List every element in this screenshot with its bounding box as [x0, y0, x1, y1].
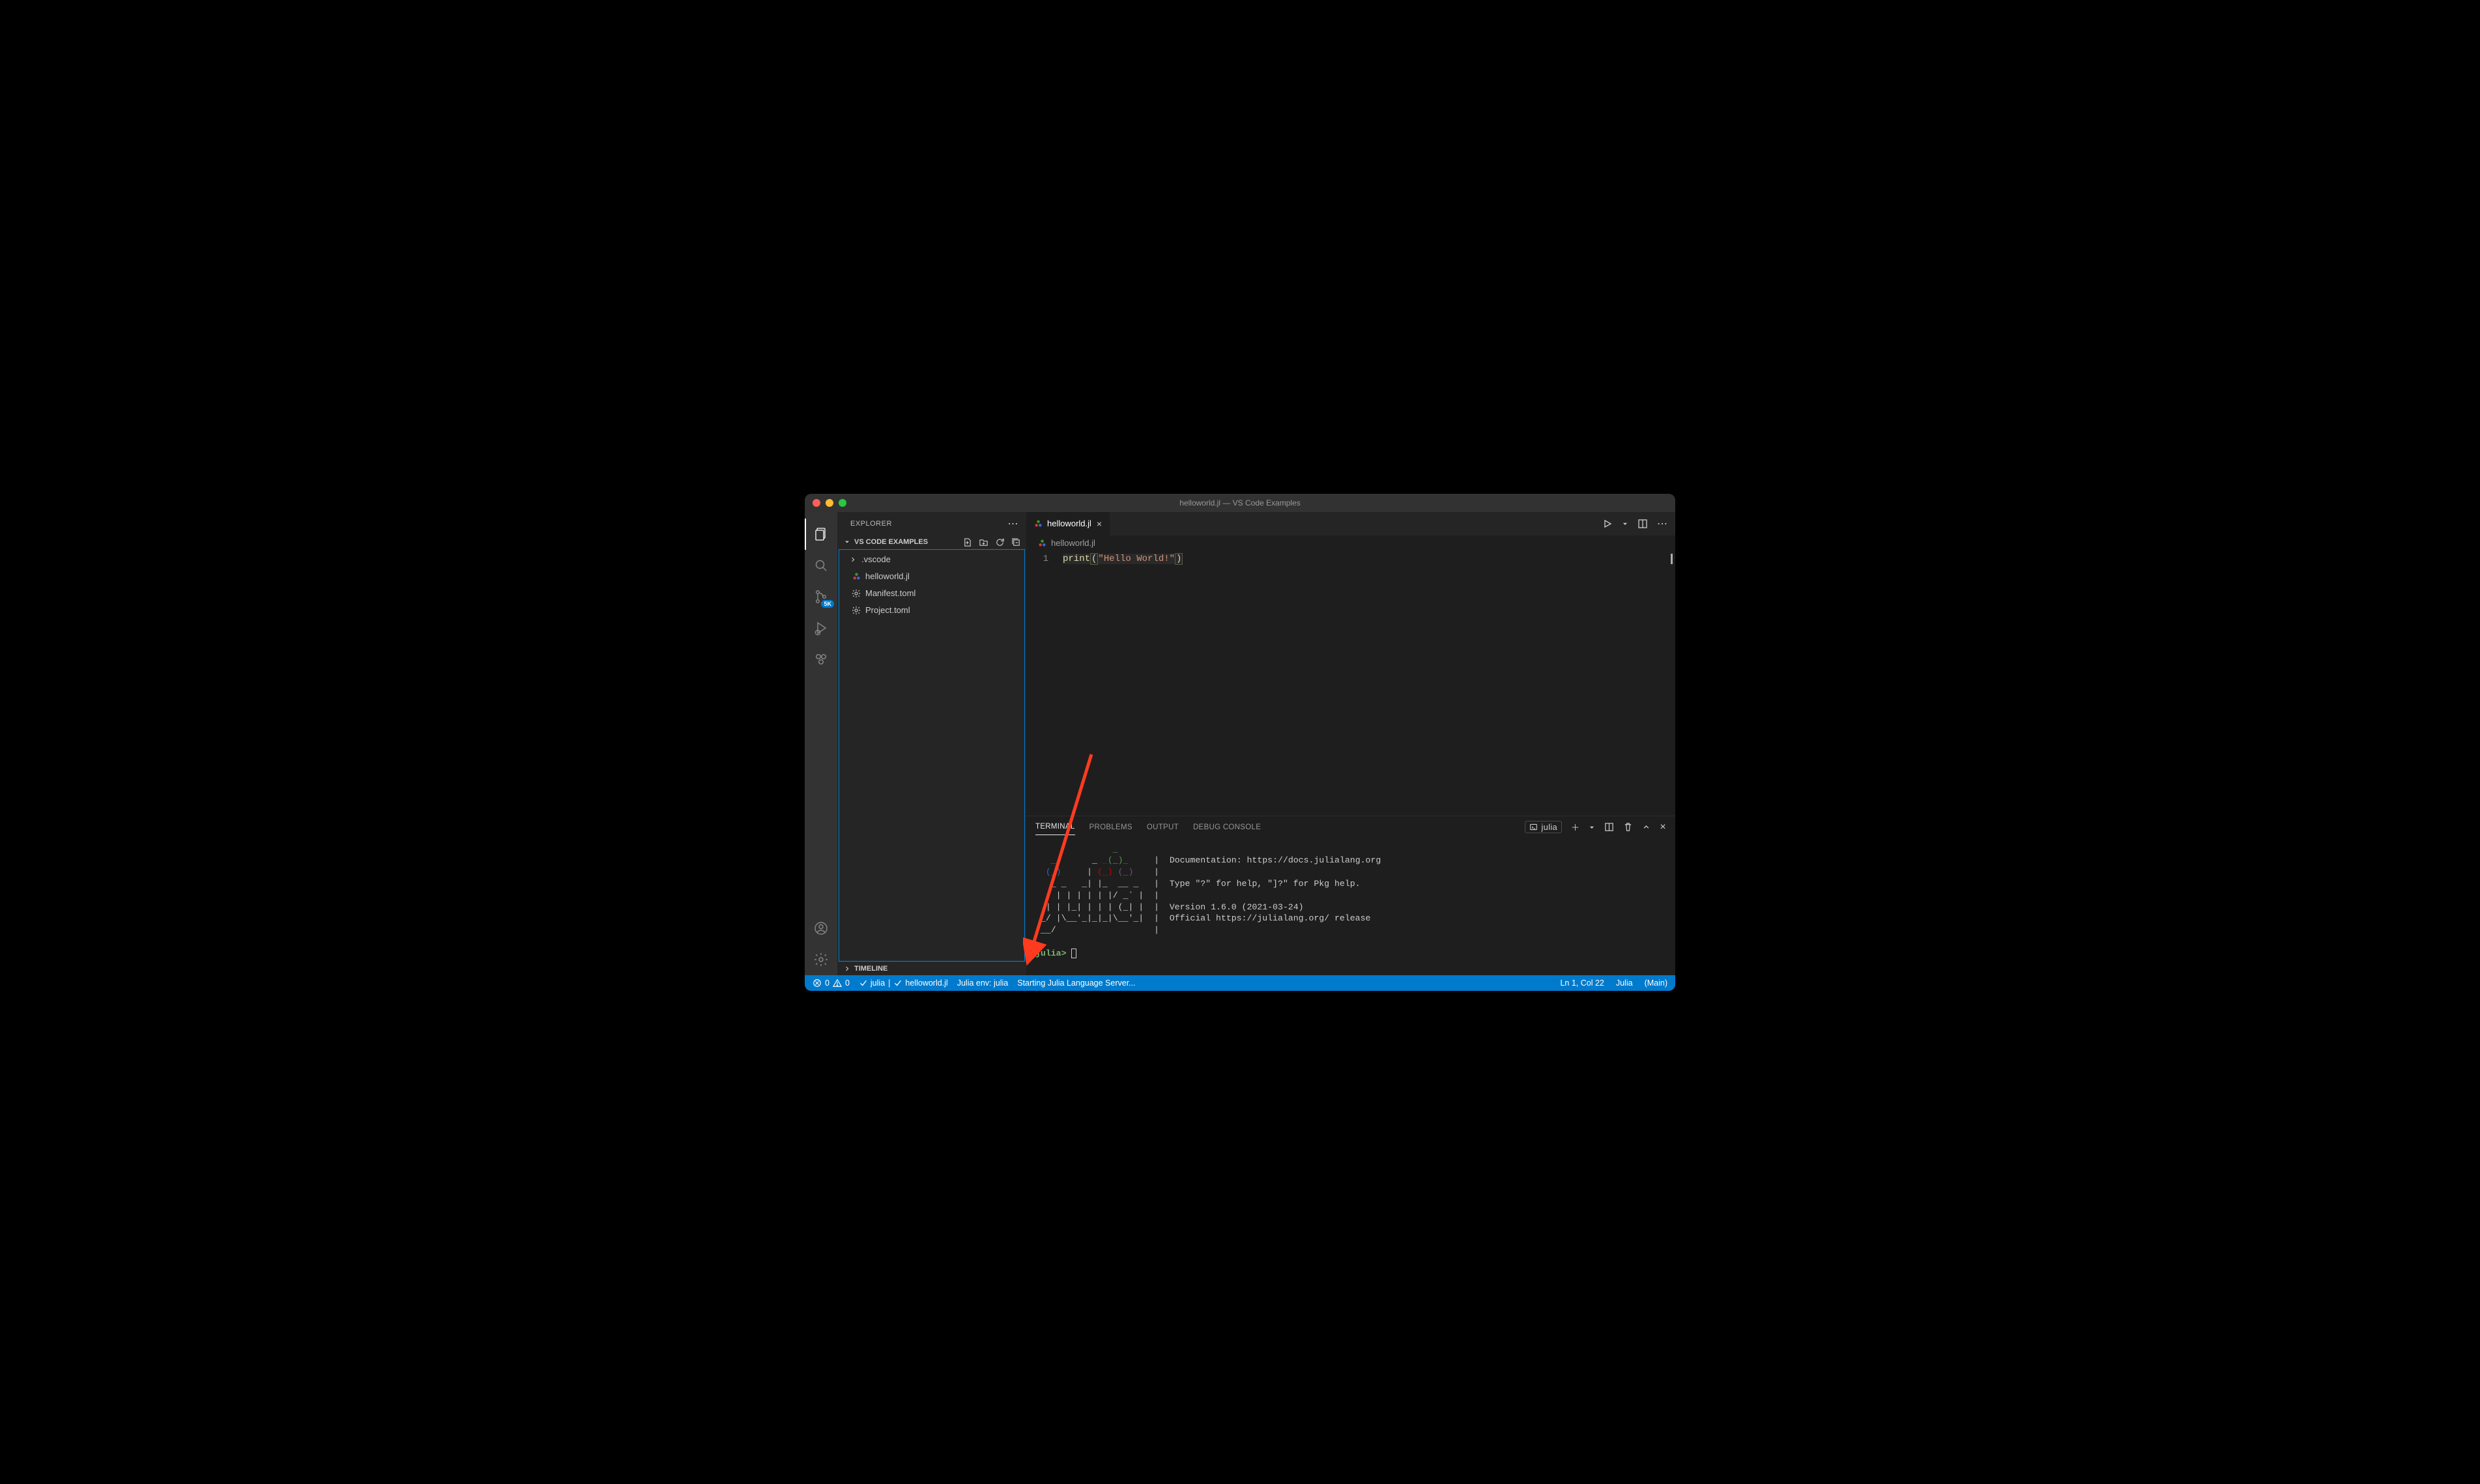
explorer-sidebar: EXPLORER ⋯ VS CODE EXAMPLES — [837, 512, 1026, 975]
tree-item-label: Project.toml — [865, 605, 910, 615]
status-errors-warnings[interactable]: 0 0 — [813, 978, 850, 988]
title-bar: helloworld.jl — VS Code Examples — [805, 494, 1675, 512]
accounts-activity-icon[interactable] — [805, 913, 837, 944]
sidebar-header: EXPLORER ⋯ — [837, 512, 1026, 535]
status-language-mode[interactable]: Julia — [1616, 978, 1633, 988]
term-release-line: Official https://julialang.org/ release — [1170, 913, 1371, 923]
code-token-close-paren: ) — [1175, 553, 1183, 565]
tree-file-manifest[interactable]: Manifest.toml — [839, 585, 1024, 602]
editor-tabs: helloworld.jl × ⋯ — [1026, 512, 1675, 535]
julia-file-icon — [851, 571, 861, 582]
refresh-icon[interactable] — [995, 537, 1005, 547]
window-title: helloworld.jl — VS Code Examples — [1179, 498, 1300, 507]
run-dropdown-icon[interactable] — [1622, 521, 1628, 527]
close-panel-icon[interactable]: × — [1660, 821, 1666, 833]
editor-group: helloworld.jl × ⋯ helloworld.jl — [1026, 512, 1675, 975]
terminal-dropdown-icon[interactable] — [1589, 824, 1595, 831]
editor-tab-helloworld[interactable]: helloworld.jl × — [1026, 512, 1110, 535]
new-file-icon[interactable] — [962, 537, 972, 547]
code-token-string: "Hello World!" — [1098, 554, 1175, 564]
maximize-window-button[interactable] — [839, 499, 846, 507]
warning-count: 0 — [845, 978, 850, 988]
vscode-window: helloworld.jl — VS Code Examples 5K — [805, 494, 1675, 991]
run-file-icon[interactable] — [1602, 519, 1613, 529]
collapse-all-icon[interactable] — [1011, 537, 1021, 547]
status-language-server[interactable]: Starting Julia Language Server... — [1017, 978, 1135, 988]
chevron-down-icon — [843, 538, 852, 546]
terminal-cursor — [1071, 949, 1076, 958]
term-version-line: Version 1.6.0 (2021-03-24) — [1170, 902, 1304, 912]
status-cursor-position[interactable]: Ln 1, Col 22 — [1560, 978, 1604, 988]
code-editor[interactable]: 1 print("Hello World!") — [1026, 551, 1675, 816]
source-control-badge: 5K — [821, 600, 834, 608]
code-content[interactable]: print("Hello World!") — [1063, 551, 1183, 816]
error-count: 0 — [825, 978, 829, 988]
term-help-line: Type "?" for help, "]?" for Pkg help. — [1170, 879, 1361, 889]
minimap-cursor — [1671, 554, 1673, 564]
terminal-body[interactable]: _ _ _ _(_)_ | Documentation: https://doc… — [1026, 838, 1675, 975]
bottom-panel: TERMINAL PROBLEMS OUTPUT DEBUG CONSOLE j… — [1026, 816, 1675, 975]
gear-file-icon — [851, 605, 861, 616]
gear-file-icon — [851, 588, 861, 599]
close-tab-icon[interactable]: × — [1095, 519, 1103, 529]
julia-prompt: julia> — [1035, 949, 1066, 958]
explorer-activity-icon[interactable] — [805, 519, 837, 550]
sidebar-more-icon[interactable]: ⋯ — [1008, 517, 1019, 530]
julia-file-icon — [1033, 519, 1043, 529]
panel-tabs: TERMINAL PROBLEMS OUTPUT DEBUG CONSOLE j… — [1026, 816, 1675, 838]
split-editor-icon[interactable] — [1637, 519, 1648, 529]
panel-tab-output[interactable]: OUTPUT — [1147, 820, 1179, 835]
status-julia-scope[interactable]: (Main) — [1645, 978, 1667, 988]
breadcrumb-label: helloworld.jl — [1051, 538, 1095, 548]
tree-item-label: .vscode — [861, 554, 891, 564]
close-window-button[interactable] — [813, 499, 820, 507]
status-julia-label[interactable]: julia | helloworld.jl — [859, 978, 948, 988]
panel-tab-problems[interactable]: PROBLEMS — [1089, 820, 1132, 835]
workspace-name: VS CODE EXAMPLES — [854, 538, 928, 546]
settings-activity-icon[interactable] — [805, 944, 837, 975]
minimize-window-button[interactable] — [826, 499, 833, 507]
panel-tab-terminal[interactable]: TERMINAL — [1035, 819, 1075, 835]
timeline-label: TIMELINE — [854, 965, 887, 973]
source-control-activity-icon[interactable]: 5K — [805, 581, 837, 612]
term-doc-line: Documentation: https://docs.julialang.or… — [1170, 855, 1381, 865]
julia-file-icon — [1037, 538, 1047, 549]
terminal-shell-selector[interactable]: julia — [1525, 821, 1562, 833]
tree-file-project[interactable]: Project.toml — [839, 602, 1024, 619]
search-activity-icon[interactable] — [805, 550, 837, 581]
file-tree[interactable]: .vscode helloworld.jl Manifest.toml — [839, 549, 1025, 962]
traffic-lights — [805, 499, 846, 507]
sidebar-title: EXPLORER — [850, 520, 892, 528]
line-number-gutter: 1 — [1026, 551, 1063, 816]
tree-item-label: Manifest.toml — [865, 588, 916, 598]
chevron-right-icon — [843, 965, 852, 973]
more-actions-icon[interactable]: ⋯ — [1657, 517, 1667, 530]
run-debug-activity-icon[interactable] — [805, 612, 837, 644]
tree-folder-vscode[interactable]: .vscode — [839, 551, 1024, 568]
tree-file-helloworld[interactable]: helloworld.jl — [839, 568, 1024, 585]
code-token-open-paren: ( — [1090, 553, 1098, 565]
timeline-section[interactable]: TIMELINE — [837, 962, 1026, 975]
activity-bar: 5K — [805, 512, 837, 975]
split-terminal-icon[interactable] — [1604, 822, 1614, 832]
explorer-folder-header[interactable]: VS CODE EXAMPLES — [837, 535, 1026, 549]
status-julia-env[interactable]: Julia env: julia — [957, 978, 1009, 988]
shell-label: julia — [1541, 822, 1557, 832]
tree-item-label: helloworld.jl — [865, 571, 910, 581]
line-number: 1 — [1026, 554, 1048, 564]
new-terminal-icon[interactable]: ＋ — [1571, 821, 1579, 833]
breadcrumb[interactable]: helloworld.jl — [1026, 535, 1675, 551]
code-token-fn: print — [1063, 554, 1090, 564]
panel-tab-debug-console[interactable]: DEBUG CONSOLE — [1193, 820, 1261, 835]
chevron-right-icon — [848, 556, 858, 564]
maximize-panel-icon[interactable] — [1642, 823, 1651, 831]
extensions-activity-icon[interactable] — [805, 644, 837, 675]
kill-terminal-icon[interactable] — [1623, 822, 1633, 832]
status-bar: 0 0 julia | helloworld.jl Julia env: jul… — [805, 975, 1675, 991]
new-folder-icon[interactable] — [979, 537, 988, 547]
tab-label: helloworld.jl — [1047, 519, 1091, 528]
